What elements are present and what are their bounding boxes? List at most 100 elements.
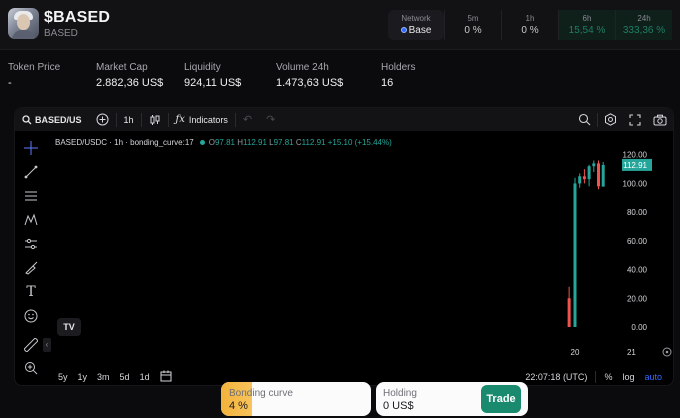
candle-up xyxy=(592,160,596,172)
candle-up xyxy=(601,161,605,187)
symbol-label: BASED/US xyxy=(35,114,82,125)
fib-lines-icon xyxy=(25,191,37,201)
last-price-label: 112.91 xyxy=(623,161,647,170)
price-change-stats: Network Base 5m 0 % 1h 0 % 6h 15,54 % 24… xyxy=(388,10,680,40)
sliders-icon xyxy=(25,238,37,250)
holding-value: 0 US$ xyxy=(383,400,414,412)
change-24h[interactable]: 24h 333,36 % xyxy=(615,10,672,40)
range-3m[interactable]: 3m xyxy=(92,372,115,382)
range-1y[interactable]: 1y xyxy=(73,372,93,382)
change-1h-value: 0 % xyxy=(521,25,539,36)
candle-body xyxy=(582,176,586,180)
metric-token-price: Token Price - xyxy=(8,62,60,89)
tradingview-icon: TV xyxy=(63,322,75,332)
change-6h[interactable]: 6h 15,54 % xyxy=(558,10,615,40)
candlestick-plot[interactable] xyxy=(47,131,641,343)
text-tool[interactable]: T xyxy=(23,284,39,300)
trade-button[interactable]: Trade xyxy=(481,385,521,413)
metric-liquidity: Liquidity 924,11 US$ xyxy=(184,62,241,89)
settings-button[interactable] xyxy=(598,108,623,131)
token-title: $BASED xyxy=(44,9,111,26)
bonding-value: 4 % xyxy=(229,400,248,412)
time-axis[interactable]: 20 21 xyxy=(47,343,674,360)
pattern-tool[interactable] xyxy=(23,212,39,228)
metric-value: - xyxy=(8,77,12,89)
candle-body xyxy=(597,163,600,187)
candles-icon xyxy=(150,114,160,125)
metric-holders: Holders 16 xyxy=(381,62,415,89)
gear-icon xyxy=(605,113,616,126)
interval-button[interactable]: 1h xyxy=(117,108,141,131)
price-tick-label: 100.00 xyxy=(623,179,648,188)
brush-tool[interactable] xyxy=(23,260,39,276)
symbol-search-button[interactable]: BASED/US xyxy=(15,108,89,131)
change-5m[interactable]: 5m 0 % xyxy=(444,10,501,40)
range-1d[interactable]: 1d xyxy=(135,372,155,382)
metric-label: Holders xyxy=(381,62,416,73)
text-icon: T xyxy=(26,284,36,300)
metric-label: Liquidity xyxy=(184,62,221,73)
metric-volume-24h: Volume 24h 1.473,63 US$ xyxy=(276,62,343,89)
chart-type-button[interactable] xyxy=(142,108,168,131)
metric-label: Market Cap xyxy=(96,62,148,73)
axis-settings-dot xyxy=(665,350,669,354)
base-network-icon xyxy=(400,27,407,33)
prediction-tool[interactable] xyxy=(23,236,39,252)
search-icon xyxy=(22,114,32,124)
change-1h-label: 1h xyxy=(525,14,535,23)
compare-symbol-button[interactable] xyxy=(89,108,116,131)
chart-toolbar: BASED/US 1h ƒx Indicators ↶ ↷ xyxy=(15,108,673,131)
tradingview-logo[interactable]: TV xyxy=(57,318,81,336)
crosshair-tool[interactable] xyxy=(23,140,39,156)
token-subtitle: BASED xyxy=(44,28,78,39)
metric-value: 16 xyxy=(381,77,394,89)
fib-tool[interactable] xyxy=(23,188,39,204)
redo-icon: ↷ xyxy=(266,114,276,126)
undo-button[interactable]: ↶ xyxy=(236,108,259,131)
trend-line-tool[interactable] xyxy=(23,164,39,180)
fullscreen-button[interactable] xyxy=(623,108,647,131)
change-5m-value: 0 % xyxy=(464,25,482,36)
candle-up xyxy=(578,173,582,188)
token-avatar xyxy=(8,8,39,39)
indicators-label: Indicators xyxy=(188,114,228,125)
price-tick-label: 40.00 xyxy=(627,266,648,275)
ruler-tool[interactable] xyxy=(23,337,39,353)
brush-icon xyxy=(25,261,38,275)
snapshot-button[interactable] xyxy=(647,108,673,131)
change-1h[interactable]: 1h 0 % xyxy=(501,10,558,40)
go-to-date-button[interactable] xyxy=(155,370,177,384)
range-5d[interactable]: 5d xyxy=(115,372,135,382)
timezone-clock[interactable]: 22:07:18 (UTC) xyxy=(520,372,592,382)
emoji-tool[interactable] xyxy=(23,308,39,324)
indicators-button[interactable]: ƒx Indicators xyxy=(169,108,235,131)
smiley-icon xyxy=(24,309,38,323)
log-scale-toggle[interactable]: log xyxy=(617,372,639,382)
auto-scale-toggle[interactable]: auto xyxy=(639,372,667,382)
candle-down xyxy=(567,286,571,327)
change-24h-value: 333,36 % xyxy=(622,25,666,36)
redo-button[interactable]: ↷ xyxy=(259,108,282,131)
price-axis[interactable]: 120.00 100.00 80.00 60.00 40.00 20.00 0.00 112.… xyxy=(613,131,674,343)
network-selector[interactable]: Network Base xyxy=(388,10,444,40)
price-tick-label: 120.00 xyxy=(623,151,648,160)
percent-scale-toggle[interactable]: % xyxy=(599,372,617,382)
change-5m-label: 5m xyxy=(467,14,479,23)
metric-value: 924,11 US$ xyxy=(184,77,242,89)
range-5y[interactable]: 5y xyxy=(53,372,73,382)
candle-body xyxy=(578,176,582,184)
candle-up xyxy=(573,177,577,327)
token-header: $BASED BASED Network Base 5m 0 % 1h 0 % … xyxy=(0,0,680,50)
candle-down xyxy=(597,160,600,190)
quick-search-button[interactable] xyxy=(572,108,597,131)
candle-down xyxy=(582,169,586,184)
pattern-icon xyxy=(24,213,38,226)
camera-icon xyxy=(653,114,667,125)
fullscreen-icon xyxy=(629,113,641,126)
crosshair-icon xyxy=(24,141,38,155)
holding-card: Holding 0 US$ Trade xyxy=(376,382,528,416)
candle-body xyxy=(573,183,577,327)
network-label: Network xyxy=(401,14,431,23)
price-tick-label: 60.00 xyxy=(627,237,648,246)
ruler-icon xyxy=(24,338,38,352)
